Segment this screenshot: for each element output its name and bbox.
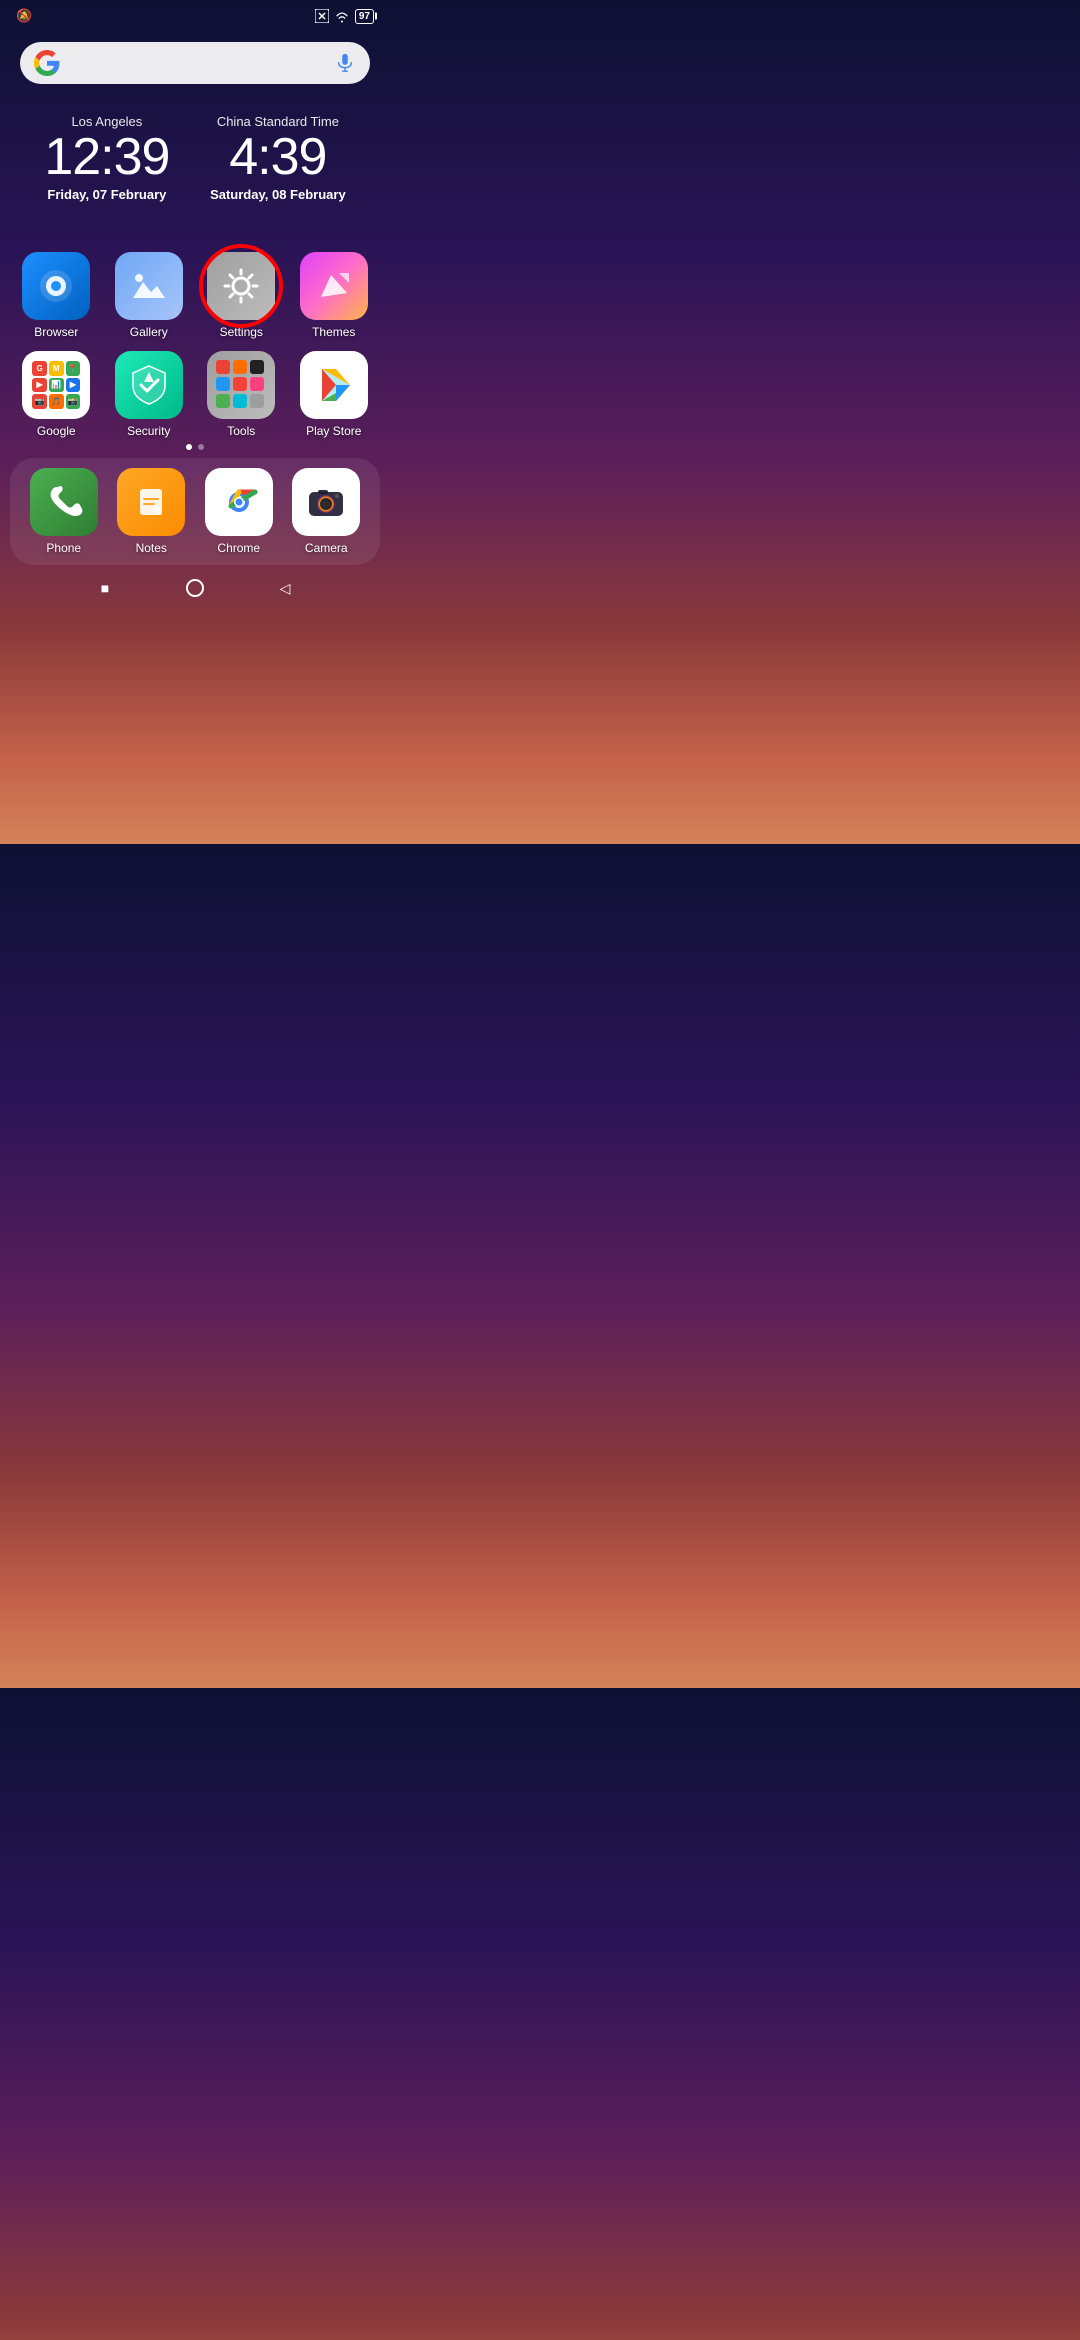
battery-nub: [375, 13, 377, 20]
security-label: Security: [127, 424, 170, 438]
gallery-svg: [127, 264, 171, 308]
browser-icon: [22, 252, 90, 320]
tools-label: Tools: [227, 424, 255, 438]
chrome-svg: [217, 480, 261, 524]
dot-inactive: [198, 444, 204, 450]
app-browser[interactable]: Browser: [14, 252, 99, 339]
notes-icon: [117, 468, 185, 536]
gallery-icon: [115, 252, 183, 320]
camera-svg: [304, 480, 348, 524]
phone-label: Phone: [46, 541, 81, 555]
page-dots: [0, 444, 390, 450]
app-grid-row2: G M 📍 ▶ 📊 ▶ 📷 🎵 📸 Google Security: [0, 351, 390, 438]
play-store-svg: [314, 365, 354, 405]
app-google[interactable]: G M 📍 ▶ 📊 ▶ 📷 🎵 📸 Google: [14, 351, 99, 438]
app-grid-row1: Browser Gallery: [0, 252, 390, 339]
city-label-la: Los Angeles: [44, 114, 169, 129]
nav-square[interactable]: ■: [94, 577, 116, 599]
clock-china: China Standard Time 4:39 Saturday, 08 Fe…: [210, 114, 346, 202]
camera-label: Camera: [305, 541, 348, 555]
google-label: Google: [37, 424, 76, 438]
settings-gear-svg: [219, 264, 263, 308]
date-la: Friday, 07 February: [44, 187, 169, 202]
nav-circle[interactable]: [184, 577, 206, 599]
nav-back[interactable]: ◁: [274, 577, 296, 599]
battery-level: 97: [359, 11, 370, 22]
google-logo: [34, 50, 60, 76]
tools-grid: [216, 360, 266, 410]
chrome-icon: [205, 468, 273, 536]
date-cst: Saturday, 08 February: [210, 187, 346, 202]
browser-label: Browser: [34, 325, 78, 339]
wifi-icon: [334, 10, 350, 23]
mute-icon: 🔕: [16, 8, 32, 24]
time-la: 12:39: [44, 131, 169, 183]
dot-active: [186, 444, 192, 450]
app-settings[interactable]: Settings: [199, 252, 284, 339]
app-play-store[interactable]: Play Store: [292, 351, 377, 438]
camera-icon: [292, 468, 360, 536]
dock-phone[interactable]: Phone: [24, 468, 104, 555]
battery-indicator: 97: [355, 9, 374, 24]
phone-svg: [45, 483, 83, 521]
themes-svg: [313, 265, 355, 307]
notes-label: Notes: [136, 541, 167, 555]
status-bar: 🔕 97: [0, 0, 390, 28]
themes-icon: [300, 252, 368, 320]
settings-icon: [207, 252, 275, 320]
security-svg: [130, 364, 168, 406]
dock-camera[interactable]: Camera: [287, 468, 367, 555]
phone-icon: [30, 468, 98, 536]
gallery-label: Gallery: [130, 325, 168, 339]
app-gallery[interactable]: Gallery: [107, 252, 192, 339]
chrome-label: Chrome: [217, 541, 260, 555]
settings-label: Settings: [220, 325, 263, 339]
status-right: 97: [315, 9, 374, 24]
nav-bar: ■ ◁: [0, 567, 390, 609]
app-security[interactable]: Security: [107, 351, 192, 438]
time-cst: 4:39: [210, 131, 346, 183]
security-icon: [115, 351, 183, 419]
dock-chrome[interactable]: Chrome: [199, 468, 279, 555]
clock-los-angeles: Los Angeles 12:39 Friday, 07 February: [44, 114, 169, 202]
dock-notes[interactable]: Notes: [112, 468, 192, 555]
play-store-icon: [300, 351, 368, 419]
search-bar[interactable]: [20, 42, 370, 84]
city-label-cst: China Standard Time: [210, 114, 346, 129]
google-apps-icon: G M 📍 ▶ 📊 ▶ 📷 🎵 📸: [22, 351, 90, 419]
notes-svg: [132, 483, 170, 521]
clock-widget: Los Angeles 12:39 Friday, 07 February Ch…: [0, 94, 390, 212]
themes-label: Themes: [312, 325, 355, 339]
app-themes[interactable]: Themes: [292, 252, 377, 339]
tools-icon: [207, 351, 275, 419]
app-tools[interactable]: Tools: [199, 351, 284, 438]
microphone-icon[interactable]: [334, 52, 356, 74]
dock: Phone Notes Chro: [10, 458, 380, 565]
browser-svg: [36, 266, 76, 306]
nav-circle-svg: [185, 578, 205, 598]
play-store-label: Play Store: [306, 424, 361, 438]
google-grid: G M 📍 ▶ 📊 ▶ 📷 🎵 📸: [32, 361, 80, 409]
signal-x-icon: [315, 9, 329, 23]
